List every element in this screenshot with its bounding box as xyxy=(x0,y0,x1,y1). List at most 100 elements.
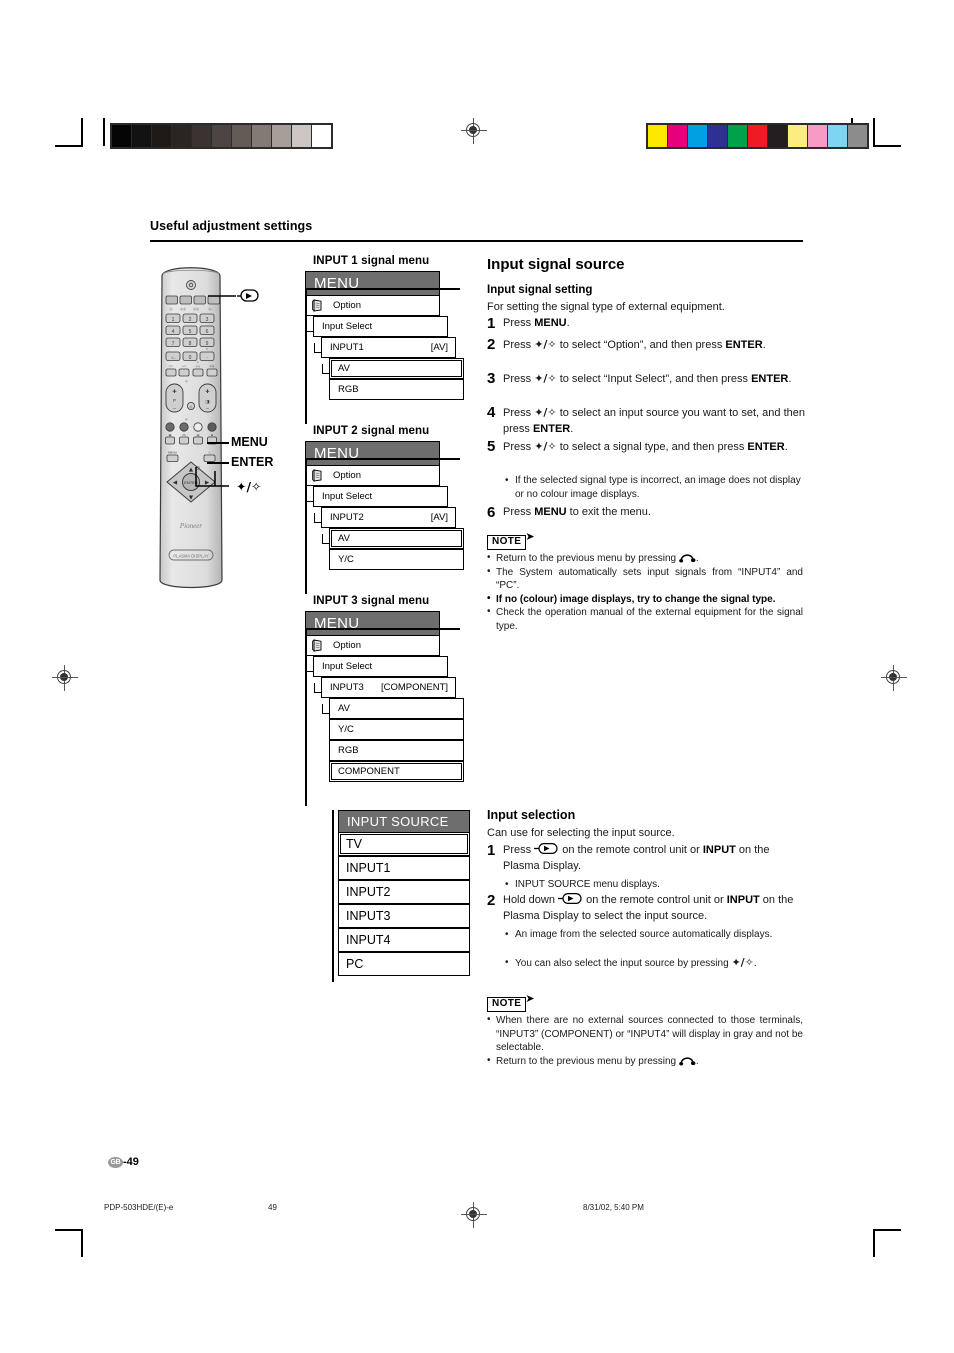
input-source-item-tv[interactable]: TV xyxy=(338,832,470,856)
note-arrow-icon: ➤ xyxy=(525,531,535,543)
menu-choice-rgb[interactable]: RGB xyxy=(329,740,464,761)
footer-page-number: 49 xyxy=(268,1203,277,1212)
input-selection-step1-bullet: • INPUT SOURCE menu displays. xyxy=(505,878,805,892)
svg-text:◎: ◎ xyxy=(170,307,173,311)
step-text: Press ✦/✧ to select “Option”, and then p… xyxy=(503,337,766,354)
menu-row-value: [COMPONENT] xyxy=(380,682,448,693)
step-number: 4 xyxy=(487,404,496,421)
input-source-menu-diagram: INPUT SOURCE TV INPUT1 INPUT2 INPUT3 INPUT4 P… xyxy=(332,810,470,982)
input-signal-setting-subtitle: Input signal setting xyxy=(487,284,593,296)
menu-row-option[interactable]: Option xyxy=(305,465,440,486)
step-text-fragment: to select “Input Select”, and then press xyxy=(556,373,752,385)
svg-text:▤: ▤ xyxy=(197,433,200,437)
step-text-fragment: Press xyxy=(503,407,535,419)
menu-choice-rgb[interactable]: RGB xyxy=(329,379,464,400)
note-text: The System automatically sets input sign… xyxy=(496,566,803,592)
menu-spine xyxy=(305,459,307,594)
crop-mark-tr-h xyxy=(873,145,901,147)
menu-row-label: AV xyxy=(338,703,350,714)
input-source-item-input2[interactable]: INPUT2 xyxy=(338,880,470,904)
input-source-item-input4[interactable]: INPUT4 xyxy=(338,928,470,952)
input-selection-subtitle: Input selection xyxy=(487,808,576,822)
up-down-arrow-icon: ✦/✧ xyxy=(534,406,557,419)
input-signal-setting-step-2: 2 Press ✦/✧ to select “Option”, and then … xyxy=(487,337,805,354)
return-icon xyxy=(679,552,696,563)
note-list: Return to the previous menu by pressing … xyxy=(487,551,803,634)
input2-signal-menu-diagram: INPUT 2 signal menu MENU Option Input Sele… xyxy=(305,425,465,594)
step-text-fragment: . xyxy=(762,339,766,351)
key-name: MENU xyxy=(534,317,567,329)
input-source-item-pc[interactable]: PC xyxy=(338,952,470,976)
svg-text:◎: ◎ xyxy=(209,307,212,311)
step-text: Press MENU to exit the menu. xyxy=(503,505,651,521)
bullet-dot: • xyxy=(505,475,509,486)
svg-text:2: 2 xyxy=(189,317,192,323)
menu-row-label: Y/C xyxy=(338,554,354,565)
note-label: NOTE xyxy=(487,535,527,550)
svg-text:MENU: MENU xyxy=(168,451,177,455)
svg-text:8: 8 xyxy=(189,341,192,347)
input-source-item-input3[interactable]: INPUT3 xyxy=(338,904,470,928)
input-source-item-label: INPUT1 xyxy=(346,861,391,875)
page-number-badge: GB -49 xyxy=(108,1156,139,1168)
step-text-fragment: to select a signal type, and then press xyxy=(556,441,748,453)
menu-choice-y-c[interactable]: Y/C xyxy=(329,719,464,740)
svg-text:·/–: ·/– xyxy=(171,355,176,360)
step-text-fragment: Press xyxy=(503,339,535,351)
input3-menu-stack: MENU Option Input Select INPUT3 [COMPONENT] A… xyxy=(305,611,465,806)
step-number: 2 xyxy=(487,892,496,909)
menu-row-input-select[interactable]: Input Select xyxy=(313,656,448,677)
step2-text-b: on the remote control unit or xyxy=(583,894,727,906)
locale-badge: GB xyxy=(108,1157,123,1168)
input3-menu-title: INPUT 3 signal menu xyxy=(313,595,430,607)
menu-row-label: Input Select xyxy=(322,661,373,672)
menu-row-input[interactable]: INPUT1 [AV] xyxy=(321,337,456,358)
callout-up-down-arrows: ✦/✧ xyxy=(236,479,262,494)
menu-choice-av[interactable]: AV xyxy=(329,698,464,719)
menu-choice-y-c[interactable]: Y/C xyxy=(329,549,464,570)
booklet-icon xyxy=(312,299,323,312)
menu-spine xyxy=(305,289,307,424)
step-number: 1 xyxy=(487,315,496,332)
input-selection-step2-bullet-1: • An image from the selected source autom… xyxy=(505,928,805,942)
step-text: Press ✦/✧ to select an input source you … xyxy=(503,405,805,437)
menu-row-input[interactable]: INPUT2 [AV] xyxy=(321,507,456,528)
crop-mark-bl-h xyxy=(55,1229,83,1231)
note-text: Return to the previous menu by pressing xyxy=(496,553,679,564)
input-source-item-input1[interactable]: INPUT1 xyxy=(338,856,470,880)
input-source-list: TV INPUT1 INPUT2 INPUT3 INPUT4 PC xyxy=(338,832,470,976)
up-down-arrow-icon: ✦/✧ xyxy=(534,440,557,453)
input-source-item-label: INPUT3 xyxy=(346,909,391,923)
menu-choice-component[interactable]: COMPONENT xyxy=(329,761,464,782)
step-text-fragment: . xyxy=(570,422,574,435)
input-source-spine xyxy=(332,810,334,982)
menu-choice-av[interactable]: AV xyxy=(329,358,464,379)
menu-choice-av[interactable]: AV xyxy=(329,528,464,549)
input-button-icon xyxy=(558,893,583,905)
note-text: Return to the previous menu by pressing xyxy=(496,1055,679,1067)
svg-text:□•□: □•□ xyxy=(169,365,174,368)
svg-text:P: P xyxy=(197,361,199,365)
menu-top-rule xyxy=(305,458,460,460)
step-text: Press on the remote control unit or INPU… xyxy=(503,843,805,874)
note-text: When there are no external sources conne… xyxy=(496,1015,803,1054)
crop-mark-bl-v xyxy=(81,1229,83,1257)
svg-text:–: – xyxy=(206,406,209,412)
menu-row-option[interactable]: Option xyxy=(305,635,440,656)
note-item: When there are no external sources conne… xyxy=(487,1013,803,1055)
menu-row-input-select[interactable]: Input Select xyxy=(313,486,448,507)
svg-text:■: ■ xyxy=(211,433,213,437)
menu-row-option[interactable]: Option xyxy=(305,295,440,316)
color-bar-strip xyxy=(646,123,869,149)
menu-row-label: AV xyxy=(338,363,350,374)
note-item: Return to the previous menu by pressing … xyxy=(487,551,803,566)
key-name: ENTER xyxy=(747,441,785,453)
return-icon xyxy=(679,1055,696,1066)
menu-row-input[interactable]: INPUT3 [COMPONENT] xyxy=(321,677,456,698)
note-text: Check the operation manual of the extern… xyxy=(496,607,803,632)
up-down-arrow-icon: ✦/✧ xyxy=(731,956,754,969)
note-text-suffix: . xyxy=(695,1055,699,1067)
bullet-text: An image from the selected source automa… xyxy=(515,929,773,940)
menu-row-input-select[interactable]: Input Select xyxy=(313,316,448,337)
page-label: -49 xyxy=(123,1156,139,1168)
